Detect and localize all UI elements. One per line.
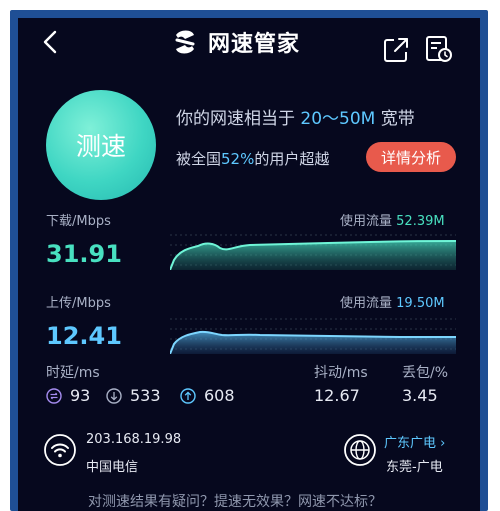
packet-loss-value: 3.45	[402, 386, 438, 405]
isp-name: 中国电信	[86, 460, 139, 475]
speedtest-button-label: 测速	[75, 132, 126, 161]
packet-loss-label: 丢包/%	[402, 365, 449, 381]
jitter-label: 抖动/ms	[314, 365, 368, 381]
download-arrow-icon	[106, 388, 122, 404]
app-title: 网速管家	[208, 32, 301, 57]
history-record-icon[interactable]	[424, 34, 454, 64]
latency-idle-value: 93	[70, 386, 91, 405]
upload-label: 上传/Mbps	[46, 296, 111, 311]
bandwidth-value: 20～50M	[300, 109, 376, 129]
app-brand: 网速管家	[168, 22, 300, 62]
chevron-right-icon: ›	[440, 436, 446, 451]
speedtest-button[interactable]: 测速	[46, 90, 156, 200]
upload-arrow-icon	[180, 388, 196, 404]
download-label: 下载/Mbps	[46, 214, 111, 229]
globe-icon	[344, 434, 376, 466]
upload-usage: 使用流量 19.50M	[340, 296, 445, 311]
rank-percent: 52%	[221, 150, 255, 168]
region-name: 东莞-广电	[386, 460, 443, 475]
upload-speed-graph	[170, 318, 456, 354]
ip-address: 203.168.19.98	[86, 432, 182, 447]
latency-label: 时延/ms	[46, 365, 100, 381]
download-speed-graph	[170, 234, 456, 270]
brand-logo-icon	[175, 30, 195, 54]
jitter-value: 12.67	[314, 386, 360, 405]
exchange-icon	[46, 388, 62, 404]
back-arrow-icon[interactable]	[36, 27, 66, 57]
latency-download-value: 533	[130, 386, 161, 405]
rank-text: 被全国52%的用户超越	[176, 150, 330, 168]
bandwidth-equivalent-text: 你的网速相当于 20～50M 宽带	[176, 109, 415, 129]
download-usage: 使用流量 52.39M	[340, 214, 445, 229]
feedback-link[interactable]: 对测速结果有疑问？提速无效果？网速不达标？	[88, 491, 382, 511]
download-speed-value: 31.91	[46, 240, 122, 268]
region-provider-link[interactable]: 广东广电 ›	[384, 432, 445, 451]
upload-speed-value: 12.41	[46, 322, 122, 350]
latency-upload-value: 608	[204, 386, 235, 405]
detail-analysis-button[interactable]: 详情分析	[366, 142, 456, 172]
wifi-icon	[44, 434, 76, 466]
share-icon[interactable]	[382, 36, 410, 64]
